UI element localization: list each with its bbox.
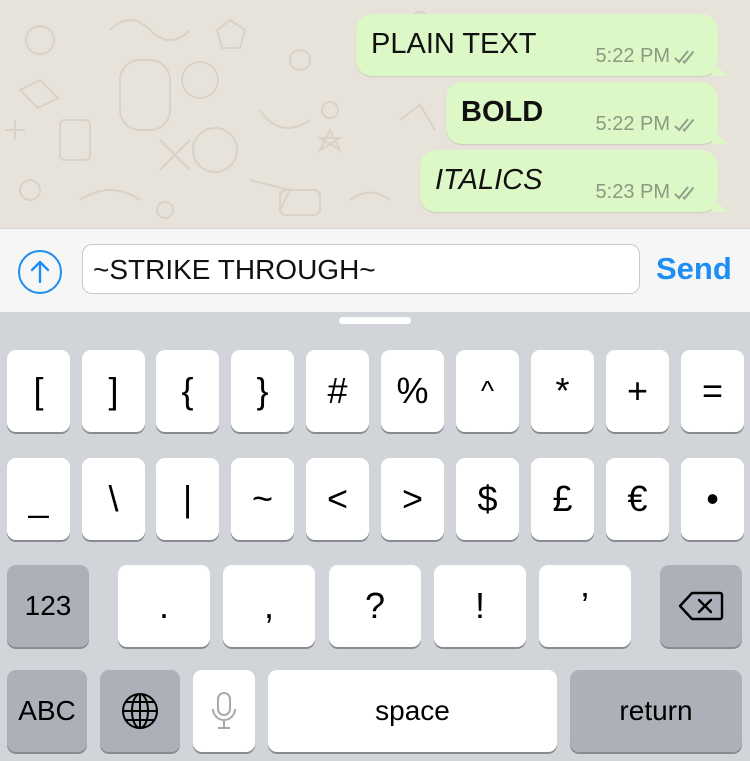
dictation-key[interactable] [193,670,255,752]
message-meta: 5:23 PM [596,181,700,204]
key[interactable]: ’ [539,565,631,647]
globe-key[interactable] [100,670,180,752]
key[interactable]: } [231,350,294,432]
microphone-icon [212,692,236,729]
backspace-icon [678,591,724,621]
send-button[interactable]: Send [656,251,732,287]
message-meta: 5:22 PM [596,45,700,68]
key-label: ’ [581,585,589,626]
key-label: # [327,370,348,411]
key[interactable]: • [681,458,744,540]
key-label: % [396,370,429,411]
key[interactable]: $ [456,458,519,540]
key[interactable]: ? [329,565,421,647]
space-key[interactable]: space [268,670,557,752]
key-label: 123 [24,590,72,621]
key-label: ^ [480,375,495,406]
double-check-icon [674,185,695,200]
key[interactable]: { [156,350,219,432]
key[interactable]: + [606,350,669,432]
message-input-value: ~STRIKE THROUGH~ [93,254,376,285]
attach-arrow-up-icon[interactable] [17,249,63,295]
key-label: ! [474,585,485,626]
key[interactable]: * [531,350,594,432]
key-label: . [158,585,169,626]
key[interactable]: > [381,458,444,540]
numbers-mode-key[interactable]: 123 [7,565,89,647]
key-label: > [401,478,424,519]
key-label: + [626,370,649,411]
globe-icon [122,693,158,729]
key[interactable]: [ [7,350,70,432]
key[interactable]: _ [7,458,70,540]
key-label: ~ [251,478,274,519]
key-label: € [627,478,648,519]
key-label: < [326,478,349,519]
key-label: | [182,478,193,519]
key[interactable]: = [681,350,744,432]
key-label: = [701,370,724,411]
key-label: ] [108,370,119,411]
message-text: ITALICS [435,164,543,196]
key-label: space [375,695,450,726]
key[interactable]: % [381,350,444,432]
key[interactable]: ^ [456,350,519,432]
key[interactable]: ] [82,350,145,432]
key-label: $ [477,478,498,519]
key[interactable]: £ [531,458,594,540]
key-label: _ [28,478,49,519]
message-bubble[interactable]: BOLD 5:22 PM [446,82,728,144]
key[interactable]: , [223,565,315,647]
keyboard-handle[interactable] [339,317,411,324]
message-time: 5:22 PM [595,113,670,135]
key[interactable]: # [306,350,369,432]
key-label: { [181,370,194,411]
delete-key[interactable] [660,565,742,647]
key[interactable]: € [606,458,669,540]
key-label: , [263,585,274,626]
key-label: £ [552,478,573,519]
key[interactable]: ! [434,565,526,647]
key-label: ABC [18,695,76,726]
key-label: return [619,695,693,726]
composer-bar: ~STRIKE THROUGH~ Send [0,228,750,313]
return-key[interactable]: return [570,670,742,752]
message-input[interactable]: ~STRIKE THROUGH~ [82,244,640,294]
double-check-icon [674,49,695,64]
abc-key[interactable]: ABC [7,670,87,752]
key-label: [ [33,370,44,411]
key[interactable]: | [156,458,219,540]
key-label: • [706,478,719,519]
key[interactable]: \ [82,458,145,540]
key[interactable]: ~ [231,458,294,540]
message-text: BOLD [461,96,544,128]
key-label: \ [108,478,119,519]
keyboard: [ ] { } # % ^ * + = _ \ | ~ < > $ £ € • … [0,312,750,761]
chat-area: PLAIN TEXT 5:22 PM BOLD 5:22 PM ITALICS … [0,0,750,228]
message-time: 5:23 PM [595,181,670,203]
key-label: * [555,370,570,411]
key[interactable]: . [118,565,210,647]
key-label: } [256,370,269,411]
key-label: ? [364,585,386,626]
key[interactable]: < [306,458,369,540]
message-meta: 5:22 PM [596,113,700,136]
message-time: 5:22 PM [595,45,670,67]
message-bubble[interactable]: PLAIN TEXT 5:22 PM [356,14,728,76]
message-text: PLAIN TEXT [371,28,537,60]
message-bubble[interactable]: ITALICS 5:23 PM [420,150,728,212]
double-check-icon [674,117,695,132]
